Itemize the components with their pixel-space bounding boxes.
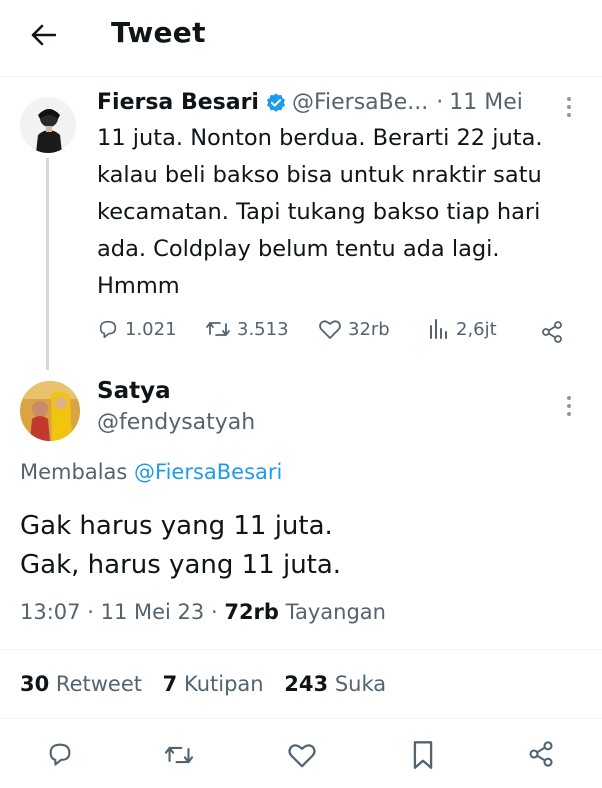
reply-text: Gak harus yang 11 juta. Gak, harus yang … <box>20 507 341 585</box>
retweet-action[interactable]: 3.513 <box>205 318 289 340</box>
reply-views-label: Tayangan <box>285 600 386 624</box>
back-arrow-icon <box>31 24 56 46</box>
stats-divider <box>0 718 602 719</box>
replying-to: Membalas @FiersaBesari <box>20 460 282 484</box>
thread-line <box>46 158 49 370</box>
reply-meta: 13:07 · 11 Mei 23 · 72rb Tayangan <box>20 600 386 624</box>
avatar-fiersa[interactable] <box>20 97 76 153</box>
share-button[interactable] <box>527 740 555 768</box>
reply-count: 1.021 <box>125 318 177 340</box>
reply-author-name[interactable]: Satya <box>97 378 171 404</box>
share-icon[interactable] <box>540 320 564 344</box>
quotes-label: Kutipan <box>183 672 264 696</box>
quotes-count: 7 <box>162 672 178 696</box>
meta-separator: · <box>210 600 218 624</box>
like-icon <box>318 318 342 340</box>
header-divider <box>0 76 602 77</box>
tweet-date[interactable]: 11 Mei <box>449 90 523 115</box>
tweet-text: 11 juta. Nonton berdua. Berarti 22 juta.… <box>97 120 543 305</box>
avatar-satya[interactable] <box>20 381 80 441</box>
meta-divider <box>0 649 602 650</box>
reply-date[interactable]: 11 Mei 23 <box>101 600 205 624</box>
retweets-count: 30 <box>20 672 50 696</box>
retweet-count: 3.513 <box>237 318 289 340</box>
views-count: 2,6jt <box>456 318 497 340</box>
author-handle[interactable]: @FiersaBe... <box>292 90 428 115</box>
retweet-button[interactable] <box>163 742 195 768</box>
header-separator: · <box>436 90 444 115</box>
replying-to-link[interactable]: @FiersaBesari <box>134 460 282 484</box>
reply-line: Gak harus yang 11 juta. <box>20 511 333 541</box>
retweets-label: Retweet <box>55 672 142 696</box>
more-icon[interactable] <box>567 97 573 121</box>
page-title: Tweet <box>111 16 206 49</box>
likes-label: Suka <box>334 672 387 696</box>
reply-more-icon[interactable] <box>567 396 573 420</box>
replying-prefix: Membalas <box>20 460 128 484</box>
reply-action[interactable]: 1.021 <box>97 318 177 340</box>
views-icon <box>428 318 450 340</box>
tweet-line: kecamatan. Tapi tukang bakso tiap hari <box>97 199 541 225</box>
retweet-icon <box>164 746 194 764</box>
reply-line: Gak, harus yang 11 juta. <box>20 550 342 580</box>
reply-icon <box>49 743 71 766</box>
like-button[interactable] <box>287 741 317 769</box>
engagement-stats: 30 Retweet 7 Kutipan 243 Suka <box>20 672 386 696</box>
like-action[interactable]: 32rb <box>318 318 390 340</box>
tweet-line: ada. Coldplay belum tentu ada lagi. <box>97 236 500 262</box>
author-name[interactable]: Fiersa Besari <box>97 90 259 115</box>
tweet-line: 11 juta. Nonton berdua. Berarti 22 juta. <box>97 125 543 151</box>
verified-badge-icon <box>265 92 287 114</box>
retweet-icon <box>205 318 231 340</box>
retweets-stat[interactable]: 30 Retweet <box>20 672 149 696</box>
like-icon <box>288 744 316 768</box>
like-count: 32rb <box>348 318 390 340</box>
likes-stat[interactable]: 243 Suka <box>284 672 386 696</box>
bookmark-icon <box>413 741 433 769</box>
meta-separator: · <box>87 600 94 624</box>
views-action[interactable]: 2,6jt <box>428 318 497 340</box>
tweet-line: kalau beli bakso bisa untuk nraktir satu <box>97 162 542 188</box>
reply-time[interactable]: 13:07 <box>20 600 81 624</box>
share-icon <box>529 741 553 767</box>
reply-author-handle[interactable]: @fendysatyah <box>97 410 255 435</box>
quotes-stat[interactable]: 7 Kutipan <box>163 672 271 696</box>
bookmark-button[interactable] <box>411 740 435 770</box>
reply-button[interactable] <box>46 740 74 768</box>
reply-views-count: 72rb <box>224 600 279 624</box>
back-button[interactable] <box>30 24 56 46</box>
likes-count: 243 <box>284 672 329 696</box>
tweet-header: Fiersa Besari @FiersaBe... · 11 Mei <box>97 90 523 115</box>
reply-icon <box>97 318 119 340</box>
tweet-line: Hmmm <box>97 273 180 299</box>
